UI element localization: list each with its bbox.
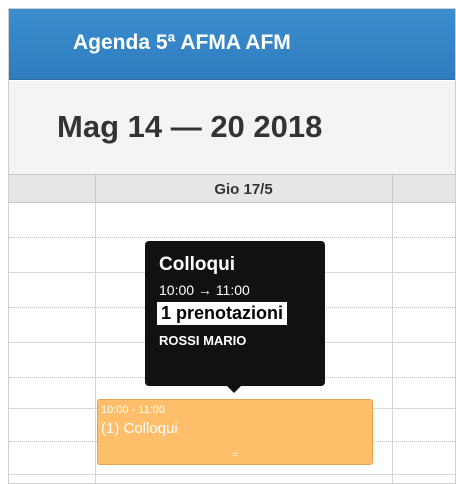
event-tooltip: Colloqui 10:00 → 11:00 1 prenotazioni RO…	[145, 241, 325, 393]
calendar-frame: Agenda 5ª AFMA AFM Mag 14 — 20 2018 Gio …	[8, 8, 456, 484]
column-divider	[392, 175, 393, 204]
grid-slot-line	[9, 237, 455, 238]
date-range-bar: Mag 14 — 20 2018	[9, 81, 455, 174]
tooltip-bookings: 1 prenotazioni	[157, 302, 288, 325]
event-time: 10:00 - 11:00	[101, 404, 166, 416]
tooltip-person-name: ROSSI MARIO	[159, 333, 247, 348]
event-resize-handle[interactable]: =	[98, 451, 372, 461]
week-range-title: Mag 14 — 20 2018	[57, 109, 323, 144]
grid-hour-line	[9, 474, 455, 475]
app-header: Agenda 5ª AFMA AFM	[9, 9, 455, 80]
tooltip-time: 10:00 → 11:00	[159, 282, 250, 298]
tooltip-title: Colloqui	[159, 254, 235, 275]
agenda-title: Agenda 5ª AFMA AFM	[73, 31, 291, 54]
tooltip-arrow	[227, 386, 241, 393]
event-label: (1) Colloqui	[101, 420, 178, 437]
day-header-thursday[interactable]: Gio 17/5	[95, 181, 392, 198]
column-header: Gio 17/5	[9, 174, 455, 204]
calendar-event[interactable]: 10:00 - 11:00 (1) Colloqui =	[97, 399, 373, 465]
